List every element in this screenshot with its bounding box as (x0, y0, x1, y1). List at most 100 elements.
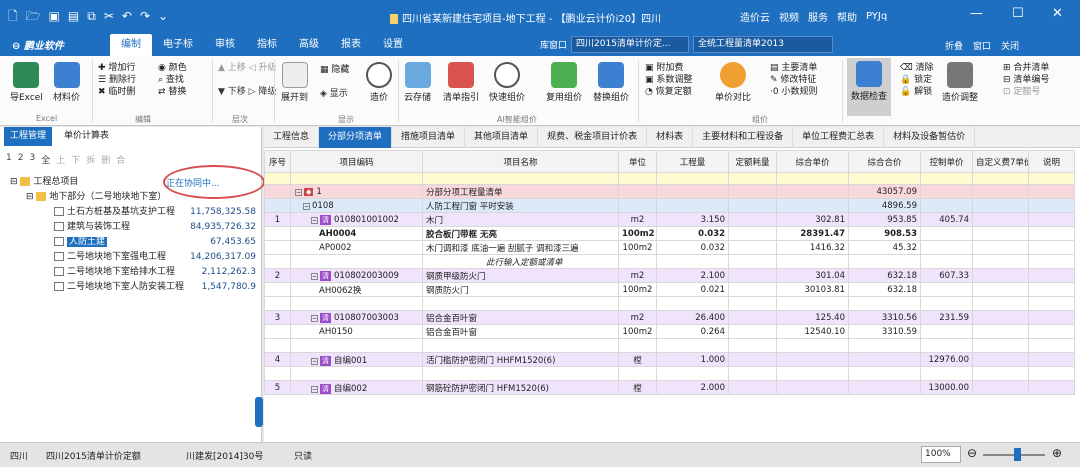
cell-code[interactable]: AH0150 (290, 324, 423, 339)
video-link[interactable]: 视频 (779, 9, 799, 24)
cell-price[interactable] (776, 184, 849, 199)
cell-name[interactable]: 分部分项工程量清单 (422, 184, 619, 199)
cell-con[interactable] (728, 296, 777, 311)
tab-cost-summary[interactable]: 单位工程费汇总表 (793, 127, 885, 148)
filter-cell[interactable] (290, 172, 423, 185)
cell-seq[interactable]: 4 (264, 352, 291, 367)
cell-extra[interactable] (1028, 366, 1075, 381)
cell-con[interactable] (728, 212, 777, 227)
collapse-icon[interactable]: − (311, 216, 318, 224)
cell-unit[interactable]: 100m2 (618, 226, 657, 241)
up-button[interactable]: 上 (56, 153, 65, 166)
tab-main-material[interactable]: 主要材料和工程设备 (693, 127, 794, 148)
cell-unit[interactable]: 100m2 (618, 324, 657, 339)
tree-node[interactable]: 二号地块地下室给排水工程 2,112,262.3 (54, 265, 262, 280)
standard-select[interactable]: 四川2015清单计价定... (571, 36, 690, 53)
undo-icon[interactable]: ↶ (122, 10, 132, 22)
table-row[interactable]: AH0150 铝合金百叶窗 100m2 0.264 12540.10 3310.59 (264, 324, 1075, 339)
cell-total[interactable]: 3310.56 (848, 310, 921, 325)
cell-ctrl[interactable] (920, 226, 973, 241)
find-button[interactable]: ⌕ 查找 (158, 74, 187, 86)
cell-unit[interactable]: 樘 (618, 352, 657, 367)
reuse-price-button[interactable]: 复用组价 (546, 62, 582, 103)
temp-delete-button[interactable]: ✖ 临时删 (98, 86, 136, 98)
material-price-button[interactable]: 材料价 (53, 62, 80, 103)
cell-unit[interactable]: m2 (618, 212, 657, 227)
filter-cell[interactable] (920, 172, 973, 185)
tree-node[interactable]: ⊟ 地下部分（二号地块地下室） (26, 190, 256, 205)
cell-total[interactable] (848, 338, 921, 353)
cell-ctrl[interactable] (920, 324, 973, 339)
tree-node[interactable]: ⊟ 工程总项目 (10, 175, 170, 190)
tree-node[interactable]: 土石方桩基及基坑支护工程 11,758,325.58 (54, 205, 262, 220)
cell-qty[interactable] (656, 198, 729, 213)
maximize-icon[interactable]: ☐ (1012, 6, 1024, 21)
all-button[interactable]: 全 (41, 153, 50, 166)
cell-con[interactable] (728, 352, 777, 367)
collapse-icon[interactable]: − (311, 357, 318, 365)
cell-code[interactable]: − 清 010802003009 (290, 268, 423, 283)
tab-material[interactable]: 材料表 (647, 127, 694, 148)
cell-extra[interactable] (1028, 282, 1075, 297)
cell-price[interactable]: 301.04 (776, 268, 849, 283)
cell-qty[interactable]: 0.032 (656, 226, 729, 241)
data-check-button[interactable]: 数据检查 (847, 58, 892, 116)
main-list-button[interactable]: ▤ 主要清单 (770, 62, 817, 74)
cell-con[interactable] (728, 366, 777, 381)
tab-edit[interactable]: 编制 (110, 34, 152, 56)
cell-extra[interactable] (1028, 338, 1075, 353)
cell-seq[interactable] (264, 254, 291, 269)
cell-extra[interactable] (972, 296, 1029, 311)
filter-cell[interactable] (1028, 172, 1075, 185)
tab-advanced[interactable]: 高级 (288, 34, 330, 56)
cell-con[interactable] (728, 310, 777, 325)
close-icon[interactable]: ✕ (1052, 6, 1063, 21)
cell-unit[interactable]: 100m2 (618, 240, 657, 255)
cell-qty[interactable] (656, 338, 729, 353)
cell-price[interactable] (776, 352, 849, 367)
panel-collapse-handle[interactable] (255, 397, 263, 427)
cell-qty[interactable] (656, 184, 729, 199)
cell-price[interactable]: 302.81 (776, 212, 849, 227)
cell-ctrl[interactable] (920, 282, 973, 297)
cell-price[interactable]: 30103.81 (776, 282, 849, 297)
fold-button[interactable]: 折叠 (945, 39, 963, 52)
cell-ctrl[interactable] (920, 338, 973, 353)
filter-cell[interactable] (728, 172, 777, 185)
cell-extra[interactable] (1028, 268, 1075, 283)
save-icon[interactable]: ▣ (49, 10, 60, 22)
split-button[interactable]: 拆 (86, 153, 95, 166)
tab-project-manage[interactable]: 工程管理 (4, 127, 53, 146)
cost-adjust-button[interactable]: 造价调整 (942, 62, 978, 103)
open-icon[interactable]: 🗁 (26, 10, 41, 22)
tab-unit-price-calc[interactable]: 单价计算表 (58, 127, 115, 146)
filter-cell[interactable] (264, 172, 291, 185)
cell-seq[interactable]: 5 (264, 380, 291, 395)
cell-total[interactable] (848, 296, 921, 311)
cell-extra[interactable] (972, 338, 1029, 353)
cell-code[interactable]: − ◆ 1 (290, 184, 423, 199)
table-row[interactable]: 3− 清 010807003003 铝合金百叶窗 m2 26.400 125.40 3310.… (264, 310, 1075, 325)
user-name[interactable]: PYJq (866, 11, 887, 22)
cell-seq[interactable] (264, 198, 291, 213)
cell-extra[interactable] (972, 380, 1029, 395)
cell-con[interactable] (728, 282, 777, 297)
cell-qty[interactable]: 2.100 (656, 268, 729, 283)
cell-seq[interactable] (264, 282, 291, 297)
zoom-in-icon[interactable]: ⊕ (1052, 446, 1062, 460)
cell-qty[interactable]: 3.150 (656, 212, 729, 227)
move-up-button[interactable]: ▲ 上移 ◁ 升级 (218, 62, 276, 74)
cell-qty[interactable]: 1.000 (656, 352, 729, 367)
tab-other-list[interactable]: 其他项目清单 (465, 127, 539, 148)
cloud-link[interactable]: 造价云 (740, 9, 770, 24)
move-down-button[interactable]: ▼ 下移 ▷ 降级 (218, 86, 276, 98)
quick-price-button[interactable]: 快速组价 (489, 62, 525, 103)
cell-name[interactable]: 木门 (422, 212, 619, 227)
surcharge-button[interactable]: ▣ 附加费 (645, 62, 692, 74)
collapse-icon[interactable]: − (311, 385, 318, 393)
level-2-button[interactable]: 2 (18, 153, 24, 166)
tab-ebid[interactable]: 电子标 (152, 34, 204, 56)
cell-name[interactable]: 钢筋砼防护密闭门 HFM1520(6) (422, 380, 619, 395)
cell-extra[interactable] (1028, 380, 1075, 395)
add-row-button[interactable]: ✚ 增加行 (98, 62, 136, 74)
